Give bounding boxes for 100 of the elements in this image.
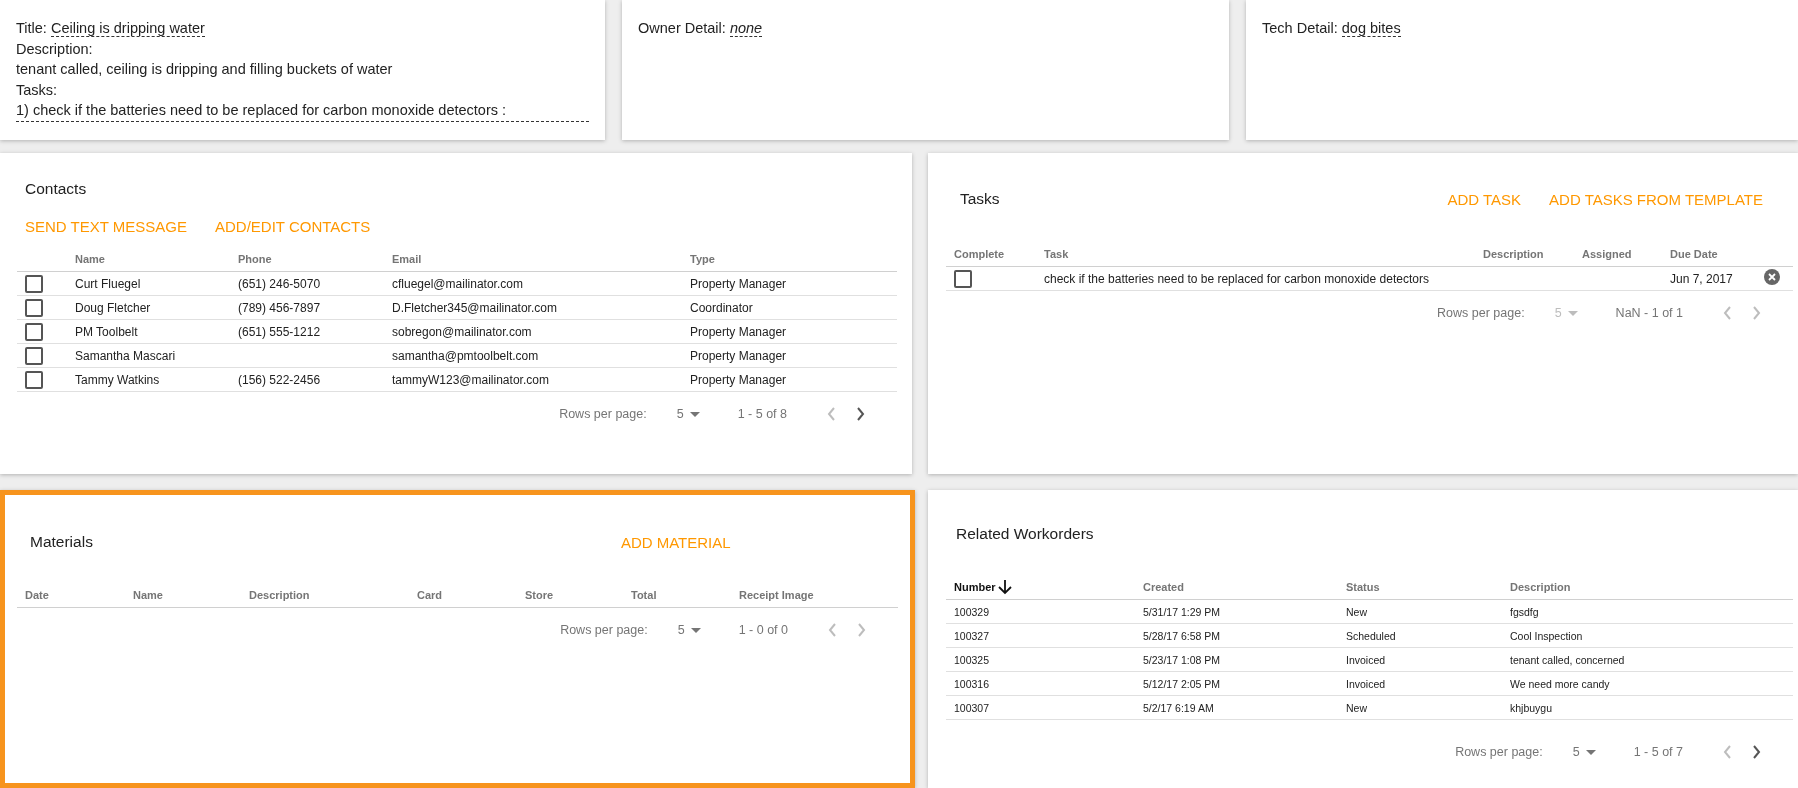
card-title: Related Workorders	[956, 525, 1094, 543]
field-label: Owner Detail:	[638, 20, 726, 36]
page-size-select[interactable]: 5	[676, 407, 700, 421]
page-range: 1 - 5 of 7	[1633, 745, 1683, 759]
chevron-left-icon	[1723, 745, 1732, 759]
row-checkbox[interactable]	[954, 269, 972, 288]
table-cell: We need more candy	[1502, 671, 1793, 696]
table-cell: Tammy Watkins	[67, 367, 230, 392]
table-cell: New	[1338, 599, 1502, 624]
page-range: 1 - 0 of 0	[738, 623, 788, 637]
column-header[interactable]: Status	[1338, 575, 1502, 600]
column-header[interactable]: Card	[409, 583, 517, 608]
table-cell: D.Fletcher345@mailinator.com	[384, 295, 682, 320]
table-cell: 5/12/17 2:05 PM	[1135, 671, 1338, 696]
table-cell: Invoiced	[1338, 647, 1502, 672]
table-cell: Samantha Mascari	[67, 343, 230, 368]
table-cell: Property Manager	[682, 367, 897, 392]
column-header[interactable]: Number	[946, 575, 1135, 600]
table-cell: 5/31/17 1:29 PM	[1135, 599, 1338, 624]
table-cell: check if the batteries need to be replaced for carbon monoxide detectors	[1036, 266, 1475, 291]
table-cell: Invoiced	[1338, 671, 1502, 696]
table-cell: (651) 555-1212	[230, 319, 384, 344]
table-cell: tenant called, concerned	[1502, 647, 1793, 672]
field-label: Description:	[16, 39, 94, 59]
card-title: Contacts	[25, 180, 87, 198]
column-header[interactable]: Due Date	[1662, 242, 1756, 267]
chevron-left-icon	[1723, 306, 1732, 320]
column-header[interactable]: Email	[384, 247, 682, 272]
table-cell: tammyW123@mailinator.com	[384, 367, 682, 392]
table-cell: 5/2/17 6:19 AM	[1135, 695, 1338, 720]
table-cell: Coordinator	[682, 295, 897, 320]
table-cell: (156) 522-2456	[230, 367, 384, 392]
card-title: Materials	[30, 533, 93, 551]
chevron-right-icon	[1752, 745, 1761, 759]
table-cell: 100329	[946, 599, 1135, 624]
table-cell: fgsdfg	[1502, 599, 1793, 624]
tasks-value[interactable]: 1) check if the batteries need to be replaced for carbon monoxide detectors :	[16, 100, 589, 122]
table-cell: (789) 456-7897	[230, 295, 384, 320]
column-header[interactable]: Description	[241, 583, 409, 608]
chevron-left-icon	[827, 407, 836, 421]
rows-per-page-label: Rows per page:	[1455, 745, 1543, 759]
column-header[interactable]: Created	[1135, 575, 1338, 600]
column-header[interactable]: Task	[1036, 242, 1475, 267]
table-cell: 100327	[946, 623, 1135, 648]
table-cell: (651) 246-5070	[230, 271, 384, 296]
column-header: Complete	[946, 242, 1036, 267]
column-header[interactable]: Name	[67, 247, 230, 272]
table-cell: sobregon@mailinator.com	[384, 319, 682, 344]
card-title: Tasks	[960, 190, 1000, 208]
title-value[interactable]: Ceiling is dripping water	[50, 20, 205, 37]
table-cell: Property Manager	[682, 319, 897, 344]
table-cell: 5/28/17 6:58 PM	[1135, 623, 1338, 648]
table-cell: Curt Fluegel	[67, 271, 230, 296]
rows-per-page-label: Rows per page:	[560, 623, 648, 637]
column-header[interactable]: Date	[17, 583, 125, 608]
chevron-right-icon	[1752, 306, 1761, 320]
page-range: NaN - 1 of 1	[1615, 306, 1683, 320]
column-header[interactable]: Store	[517, 583, 623, 608]
field-label: Title:	[16, 20, 47, 36]
row-checkbox[interactable]	[25, 346, 43, 365]
field-label: Tech Detail:	[1262, 20, 1338, 36]
page-size-select[interactable]: 5	[1572, 745, 1596, 759]
chevron-right-icon	[857, 623, 866, 637]
table-cell: PM Toolbelt	[67, 319, 230, 344]
column-header[interactable]: Total	[623, 583, 731, 608]
page-size-select[interactable]: 5	[677, 623, 701, 637]
column-header[interactable]: Type	[682, 247, 897, 272]
table-cell: Doug Fletcher	[67, 295, 230, 320]
row-checkbox[interactable]	[25, 298, 43, 317]
field-label: Tasks:	[16, 80, 59, 100]
column-header[interactable]: Phone	[230, 247, 384, 272]
column-header[interactable]: Description	[1502, 575, 1793, 600]
table-cell: 100307	[946, 695, 1135, 720]
chevron-right-icon	[856, 407, 865, 421]
rows-per-page-label: Rows per page:	[1437, 306, 1525, 320]
caret-icon	[690, 627, 701, 633]
column-header[interactable]: Receipt Image	[731, 583, 898, 608]
arrow-down-icon	[997, 579, 1012, 595]
tech-detail-value[interactable]: dog bites	[1341, 20, 1401, 37]
table-cell: New	[1338, 695, 1502, 720]
page-range: 1 - 5 of 8	[737, 407, 787, 421]
column-header[interactable]: Assigned	[1574, 242, 1662, 267]
owner-detail-value[interactable]: none	[729, 20, 763, 37]
delete-icon[interactable]	[1764, 269, 1780, 285]
table-cell: khjbuygu	[1502, 695, 1793, 720]
caret-icon	[689, 411, 700, 417]
column-header[interactable]: Name	[125, 583, 241, 608]
table-cell: samantha@pmtoolbelt.com	[384, 343, 682, 368]
rows-per-page-label: Rows per page:	[559, 407, 647, 421]
row-checkbox[interactable]	[25, 322, 43, 341]
column-header[interactable]: Description	[1475, 242, 1574, 267]
caret-icon	[1585, 749, 1596, 755]
row-checkbox[interactable]	[25, 274, 43, 293]
table-cell: cfluegel@mailinator.com	[384, 271, 682, 296]
caret-icon	[1567, 310, 1578, 316]
table-cell: 100325	[946, 647, 1135, 672]
table-cell: Property Manager	[682, 271, 897, 296]
description-text: tenant called, ceiling is dripping and filling buckets of water	[16, 60, 394, 79]
table-cell: Jun 7, 2017	[1662, 266, 1756, 291]
row-checkbox[interactable]	[25, 370, 43, 389]
